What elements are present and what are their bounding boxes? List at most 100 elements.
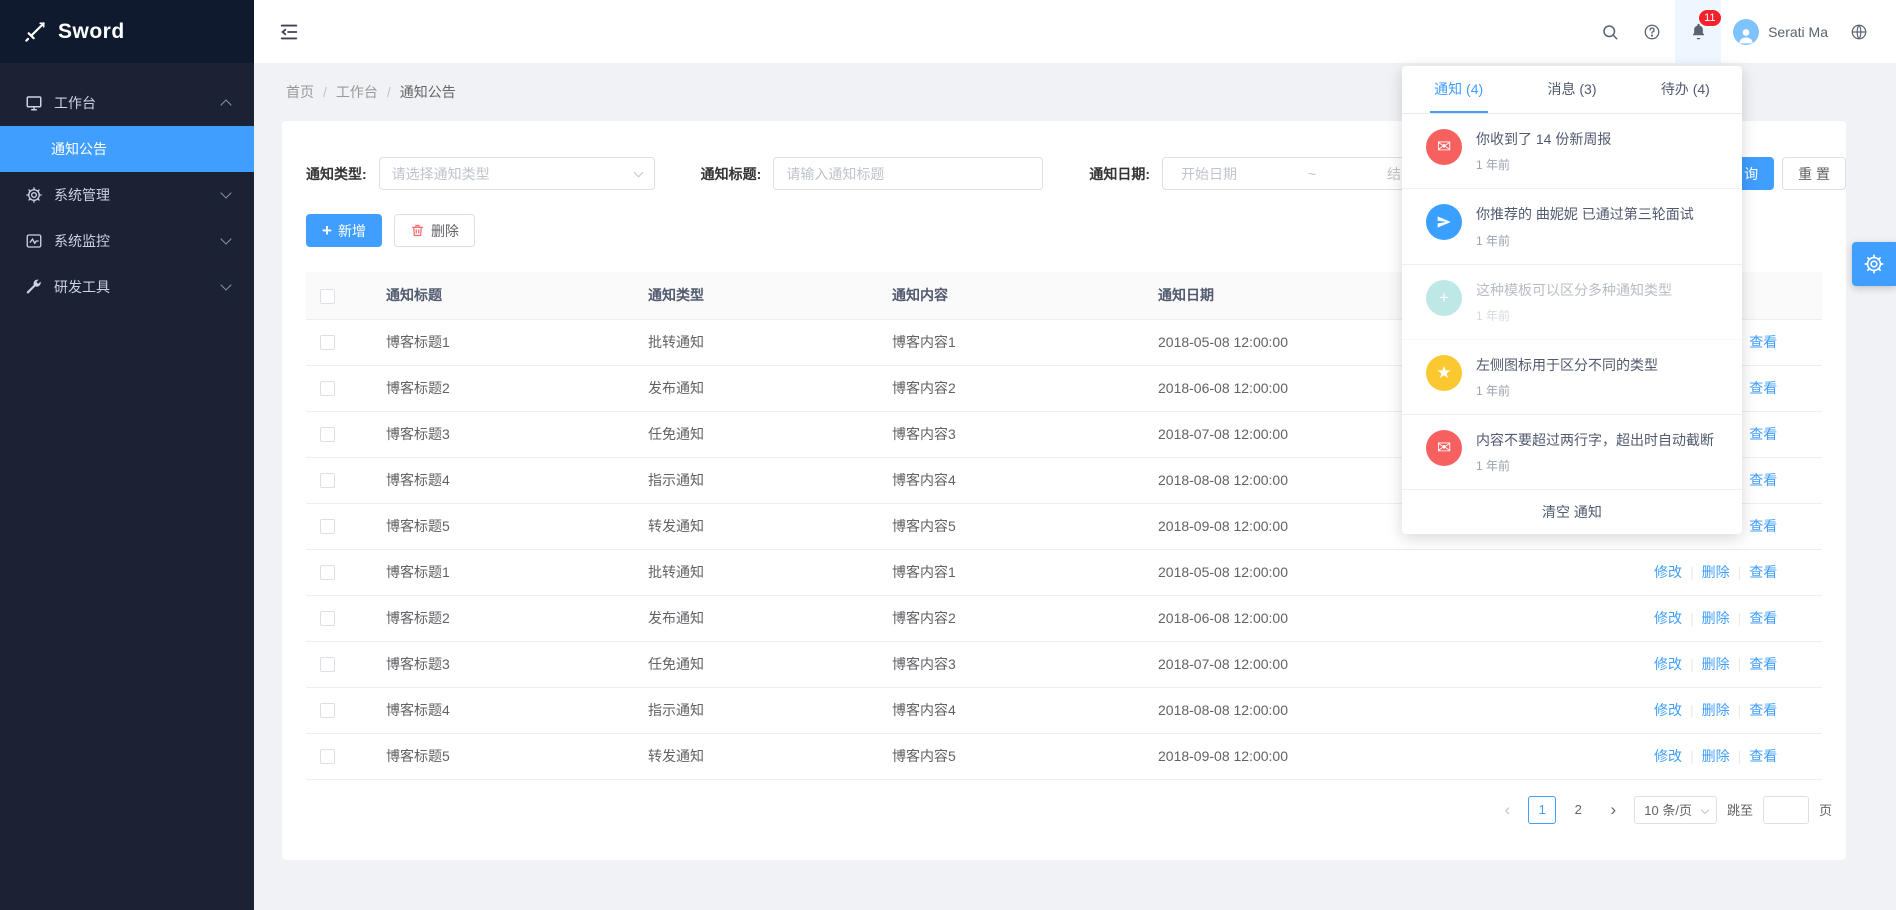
view-link[interactable]: 查看 — [1749, 380, 1777, 396]
edit-link[interactable]: 修改 — [1654, 564, 1682, 580]
search-icon[interactable] — [1591, 0, 1629, 63]
cell-content: 博客内容1 — [876, 319, 1142, 365]
user-menu[interactable]: Serati Ma — [1725, 0, 1836, 63]
pagination: ‹ 1 2 › 10 条/页 跳至 页 — [306, 796, 1834, 824]
tab-messages[interactable]: 消息 (3) — [1515, 66, 1628, 113]
globe-icon[interactable] — [1840, 0, 1878, 63]
view-link[interactable]: 查看 — [1749, 334, 1777, 350]
reset-button[interactable]: 重 置 — [1782, 157, 1846, 190]
row-checkbox[interactable] — [320, 427, 335, 442]
view-link[interactable]: 查看 — [1749, 702, 1777, 718]
link-separator: | — [1738, 656, 1742, 672]
notification-item[interactable]: 你推荐的 曲妮妮 已通过第三轮面试 1 年前 — [1402, 189, 1742, 264]
app-title: Sword — [58, 20, 125, 44]
edit-link[interactable]: 修改 — [1654, 610, 1682, 626]
cell-title: 博客标题2 — [370, 595, 632, 641]
edit-link[interactable]: 修改 — [1654, 748, 1682, 764]
page-button-1[interactable]: 1 — [1528, 796, 1556, 824]
chevron-down-icon — [1701, 805, 1709, 813]
gear-icon — [25, 186, 43, 204]
row-checkbox[interactable] — [320, 565, 335, 580]
row-checkbox[interactable] — [320, 703, 335, 718]
link-separator: | — [1738, 564, 1742, 580]
sidebar-item-system-management[interactable]: 系统管理 — [0, 172, 254, 218]
notification-title: 内容不要超过两行字，超出时自动截断 — [1476, 430, 1714, 450]
notification-item[interactable]: ★ 左侧图标用于区分不同的类型 1 年前 — [1402, 340, 1742, 415]
edit-link[interactable]: 修改 — [1654, 702, 1682, 718]
plus-icon: + — [1426, 280, 1462, 316]
user-name: Serati Ma — [1768, 24, 1828, 40]
next-page-icon[interactable]: › — [1600, 796, 1626, 824]
clear-notifications-button[interactable]: 清空 通知 — [1402, 490, 1742, 534]
view-link[interactable]: 查看 — [1749, 564, 1777, 580]
delete-link[interactable]: 删除 — [1702, 702, 1730, 718]
delete-link[interactable]: 删除 — [1702, 610, 1730, 626]
select-all-checkbox[interactable] — [320, 289, 335, 304]
col-header-type: 通知类型 — [632, 272, 876, 319]
row-checkbox[interactable] — [320, 749, 335, 764]
delete-link[interactable]: 删除 — [1702, 656, 1730, 672]
notifications-button[interactable]: 11 — [1675, 0, 1721, 63]
plus-icon: + — [322, 222, 332, 239]
page-size-select[interactable]: 10 条/页 — [1634, 796, 1717, 824]
link-separator: | — [1690, 748, 1694, 764]
sword-logo-icon — [22, 19, 48, 45]
delete-button[interactable]: 删除 — [394, 214, 475, 247]
sidebar-item-dev-tools[interactable]: 研发工具 — [0, 264, 254, 310]
row-checkbox[interactable] — [320, 335, 335, 350]
help-icon[interactable] — [1633, 0, 1671, 63]
view-link[interactable]: 查看 — [1749, 518, 1777, 534]
tab-notifications[interactable]: 通知 (4) — [1402, 66, 1515, 113]
cell-type: 转发通知 — [632, 733, 876, 779]
row-checkbox[interactable] — [320, 381, 335, 396]
view-link[interactable]: 查看 — [1749, 610, 1777, 626]
notice-type-select[interactable]: 请选择通知类型 — [379, 157, 655, 190]
notification-time: 1 年前 — [1476, 307, 1672, 324]
row-checkbox[interactable] — [320, 611, 335, 626]
add-button[interactable]: + 新增 — [306, 214, 382, 247]
sidebar: Sword 工作台 通知公告 系统管理 — [0, 0, 254, 910]
sidebar-item-workbench[interactable]: 工作台 — [0, 80, 254, 126]
link-separator: | — [1738, 610, 1742, 626]
table-row: 博客标题4 指示通知 博客内容4 2018-08-08 12:00:00 修改|… — [306, 687, 1822, 733]
tab-todos[interactable]: 待办 (4) — [1629, 66, 1742, 113]
settings-button[interactable] — [1852, 242, 1896, 286]
jump-page-input[interactable] — [1763, 796, 1809, 824]
row-checkbox[interactable] — [320, 519, 335, 534]
sidebar-item-label: 通知公告 — [51, 139, 107, 159]
prev-page-icon[interactable]: ‹ — [1494, 796, 1520, 824]
breadcrumb-home[interactable]: 首页 — [286, 82, 314, 102]
row-checkbox[interactable] — [320, 657, 335, 672]
view-link[interactable]: 查看 — [1749, 472, 1777, 488]
notification-item[interactable]: ✉ 你收到了 14 份新周报 1 年前 — [1402, 114, 1742, 189]
sidebar-item-system-monitor[interactable]: 系统监控 — [0, 218, 254, 264]
view-link[interactable]: 查看 — [1749, 656, 1777, 672]
row-checkbox[interactable] — [320, 473, 335, 488]
edit-link[interactable]: 修改 — [1654, 656, 1682, 672]
breadcrumb-workbench[interactable]: 工作台 — [336, 82, 378, 102]
cell-content: 博客内容3 — [876, 411, 1142, 457]
sidebar-item-label: 研发工具 — [54, 277, 110, 297]
notification-tabs: 通知 (4) 消息 (3) 待办 (4) — [1402, 66, 1742, 114]
cell-date: 2018-09-08 12:00:00 — [1142, 733, 1638, 779]
cell-title: 博客标题3 — [370, 411, 632, 457]
chevron-down-icon — [220, 233, 231, 244]
link-separator: | — [1690, 564, 1694, 580]
col-header-content: 通知内容 — [876, 272, 1142, 319]
cell-content: 博客内容4 — [876, 687, 1142, 733]
notification-item[interactable]: ✉ 内容不要超过两行字，超出时自动截断 1 年前 — [1402, 415, 1742, 490]
notification-item[interactable]: + 这种模板可以区分多种通知类型 1 年前 — [1402, 265, 1742, 340]
link-separator: | — [1738, 748, 1742, 764]
view-link[interactable]: 查看 — [1749, 426, 1777, 442]
delete-link[interactable]: 删除 — [1702, 564, 1730, 580]
view-link[interactable]: 查看 — [1749, 748, 1777, 764]
mail-icon: ✉ — [1426, 430, 1462, 466]
menu-fold-icon[interactable] — [278, 21, 300, 43]
sidebar-item-notice[interactable]: 通知公告 — [0, 126, 254, 172]
link-separator: | — [1690, 702, 1694, 718]
breadcrumb-current: 通知公告 — [400, 82, 456, 102]
notice-title-input[interactable] — [773, 157, 1043, 190]
sidebar-menu: 工作台 通知公告 系统管理 系统监控 — [0, 63, 254, 310]
delete-link[interactable]: 删除 — [1702, 748, 1730, 764]
page-button-2[interactable]: 2 — [1564, 796, 1592, 824]
